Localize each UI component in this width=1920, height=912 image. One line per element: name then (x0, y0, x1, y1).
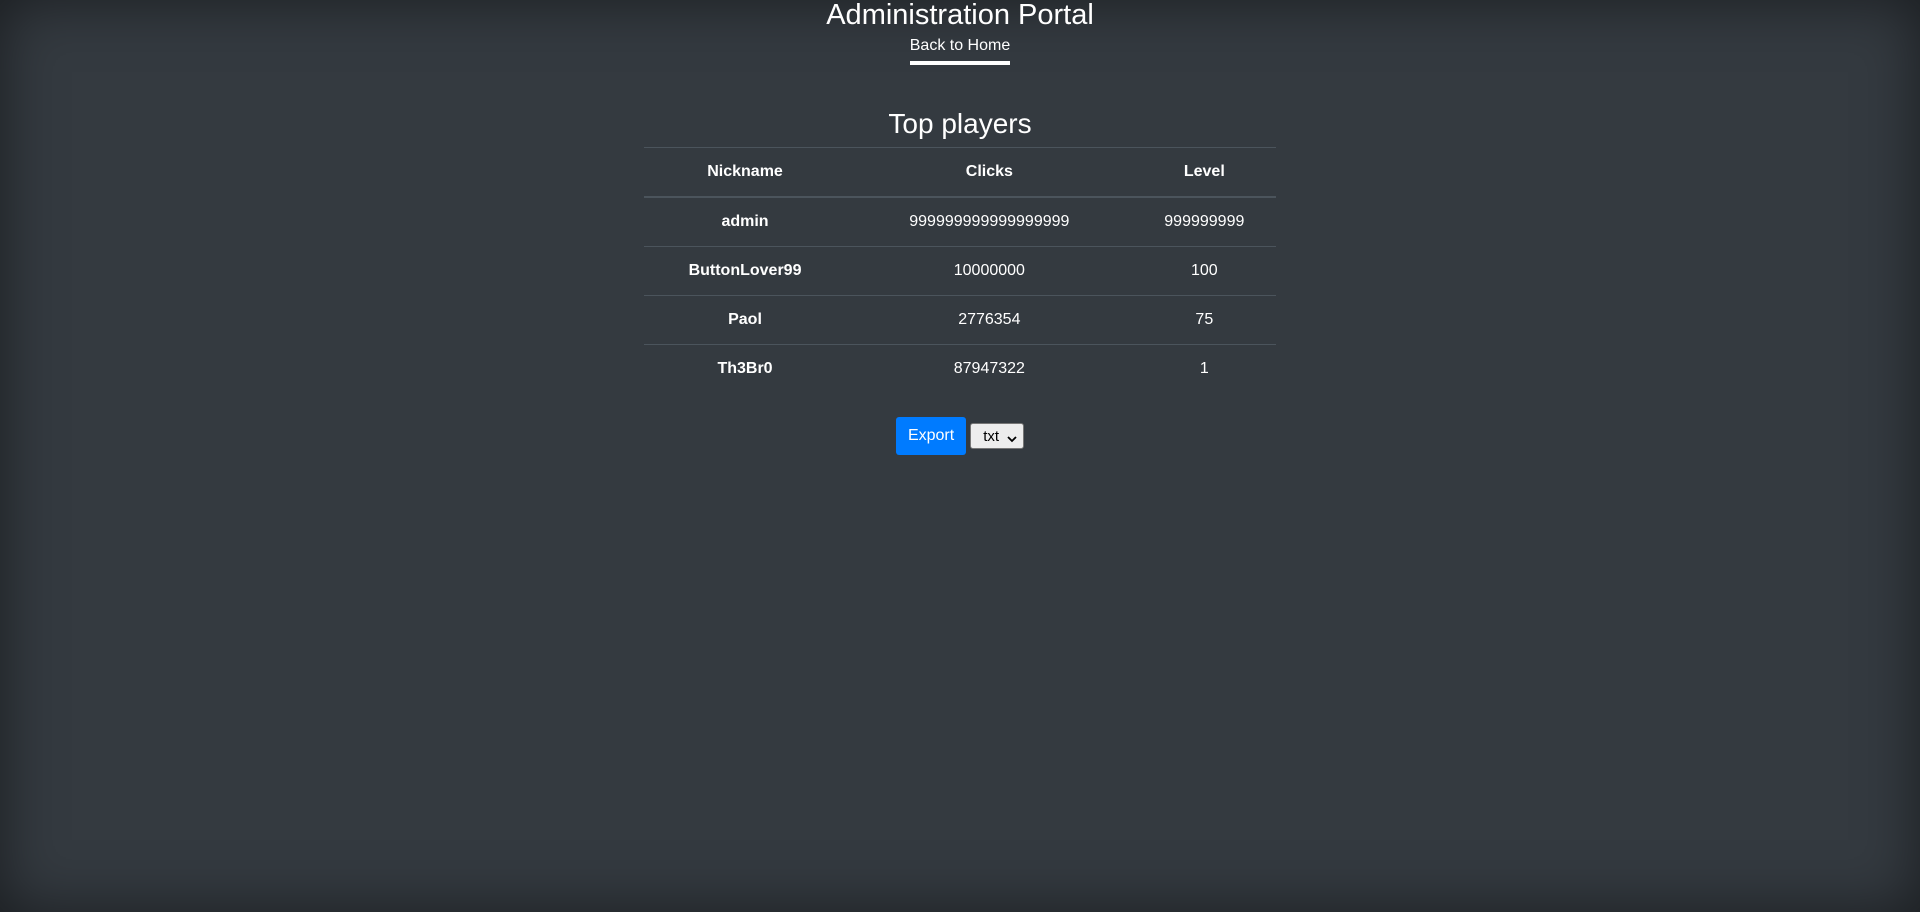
level-cell: 1 (1132, 344, 1276, 393)
clicks-cell: 87947322 (846, 344, 1133, 393)
chevron-down-icon (1007, 431, 1017, 443)
export-format-value: txt (983, 427, 1000, 445)
nickname-cell: admin (644, 196, 847, 247)
header-row: Nickname Clicks Level (644, 147, 1276, 198)
clicks-cell: 2776354 (846, 295, 1133, 345)
page-title: Administration Portal (826, 0, 1094, 31)
table-header: Nickname Clicks Level (644, 147, 1276, 198)
table-body: admin 999999999999999999 999999999 Butto… (644, 196, 1276, 393)
back-to-home-link[interactable]: Back to Home (909, 36, 1011, 65)
top-players-title: Top players (888, 108, 1032, 139)
level-cell: 75 (1132, 295, 1276, 345)
level-cell: 999999999 (1132, 196, 1276, 247)
clicks-cell: 10000000 (846, 246, 1133, 296)
export-format-select[interactable]: txt (970, 423, 1025, 449)
level-cell: 100 (1132, 246, 1276, 296)
clicks-cell: 999999999999999999 (846, 196, 1133, 247)
export-controls: Export txt (644, 417, 1276, 455)
nickname-cell: Paol (644, 295, 847, 345)
column-header-nickname: Nickname (644, 147, 847, 198)
nickname-cell: ButtonLover99 (644, 246, 847, 296)
table-row: Paol 2776354 75 (644, 295, 1276, 345)
export-button[interactable]: Export (895, 417, 967, 455)
top-players-table: Nickname Clicks Level admin 999999999999… (644, 147, 1276, 393)
column-header-level: Level (1132, 147, 1276, 198)
table-row: Th3Br0 87947322 1 (644, 344, 1276, 393)
column-header-clicks: Clicks (846, 147, 1133, 198)
masthead: Administration Portal Back to Home (0, 0, 1920, 65)
main-content: Top players Nickname Clicks Level admin … (644, 109, 1276, 455)
main-nav: Back to Home (0, 36, 1920, 65)
table-row: admin 999999999999999999 999999999 (644, 196, 1276, 247)
nickname-cell: Th3Br0 (644, 344, 847, 393)
table-row: ButtonLover99 10000000 100 (644, 246, 1276, 296)
